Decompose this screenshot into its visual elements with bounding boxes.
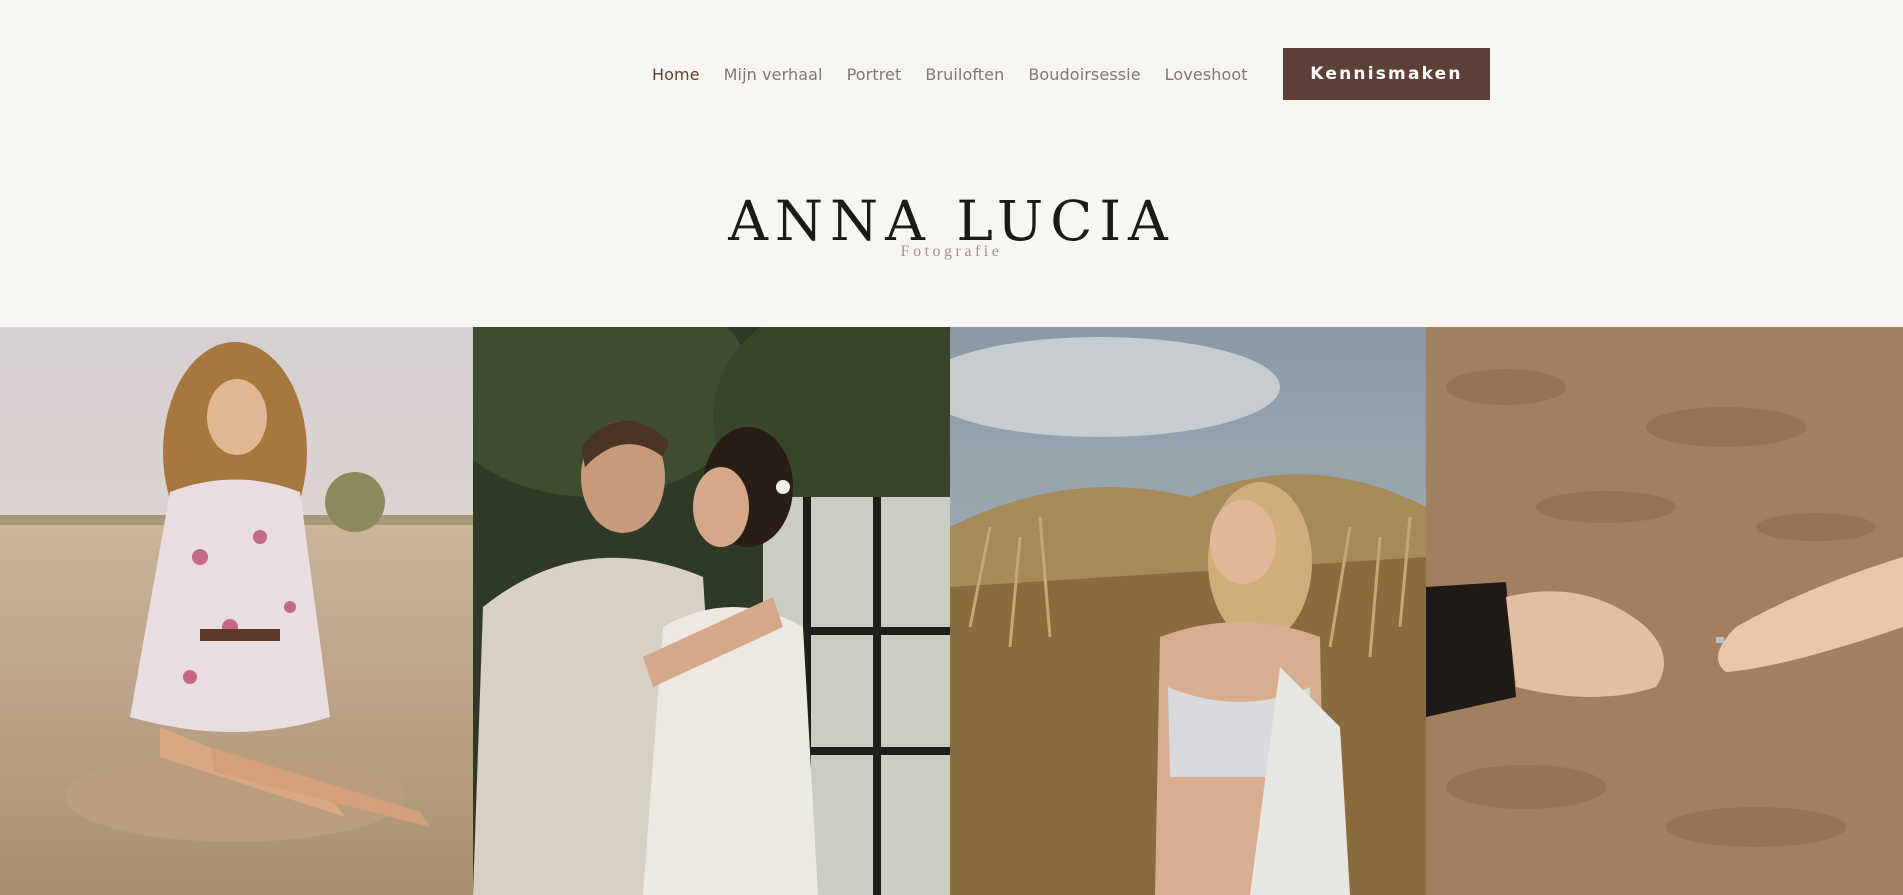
photo-woman-on-beach[interactable]	[0, 327, 473, 895]
site-title[interactable]: ANNA LUCIA	[0, 193, 1903, 249]
nav-item-portret[interactable]: Portret	[847, 65, 902, 84]
nav-item-loveshoot[interactable]: Loveshoot	[1165, 65, 1248, 84]
kennismaken-button[interactable]: Kennismaken	[1283, 48, 1490, 100]
nav-item-boudoirsessie[interactable]: Boudoirsessie	[1028, 65, 1140, 84]
photo-wedding-couple[interactable]	[473, 327, 950, 895]
site-tagline: Fotografie	[900, 243, 1003, 260]
photo-gallery	[0, 327, 1903, 895]
nav-item-bruiloften[interactable]: Bruiloften	[925, 65, 1004, 84]
nav-item-mijn-verhaal[interactable]: Mijn verhaal	[724, 65, 823, 84]
photo-holding-hands[interactable]	[1426, 327, 1903, 895]
nav-item-home[interactable]: Home	[652, 65, 700, 84]
main-nav: Home Mijn verhaal Portret Bruiloften Bou…	[652, 48, 1272, 100]
site-header: Home Mijn verhaal Portret Bruiloften Bou…	[0, 0, 1903, 327]
photo-woman-in-dunes[interactable]	[950, 327, 1426, 895]
